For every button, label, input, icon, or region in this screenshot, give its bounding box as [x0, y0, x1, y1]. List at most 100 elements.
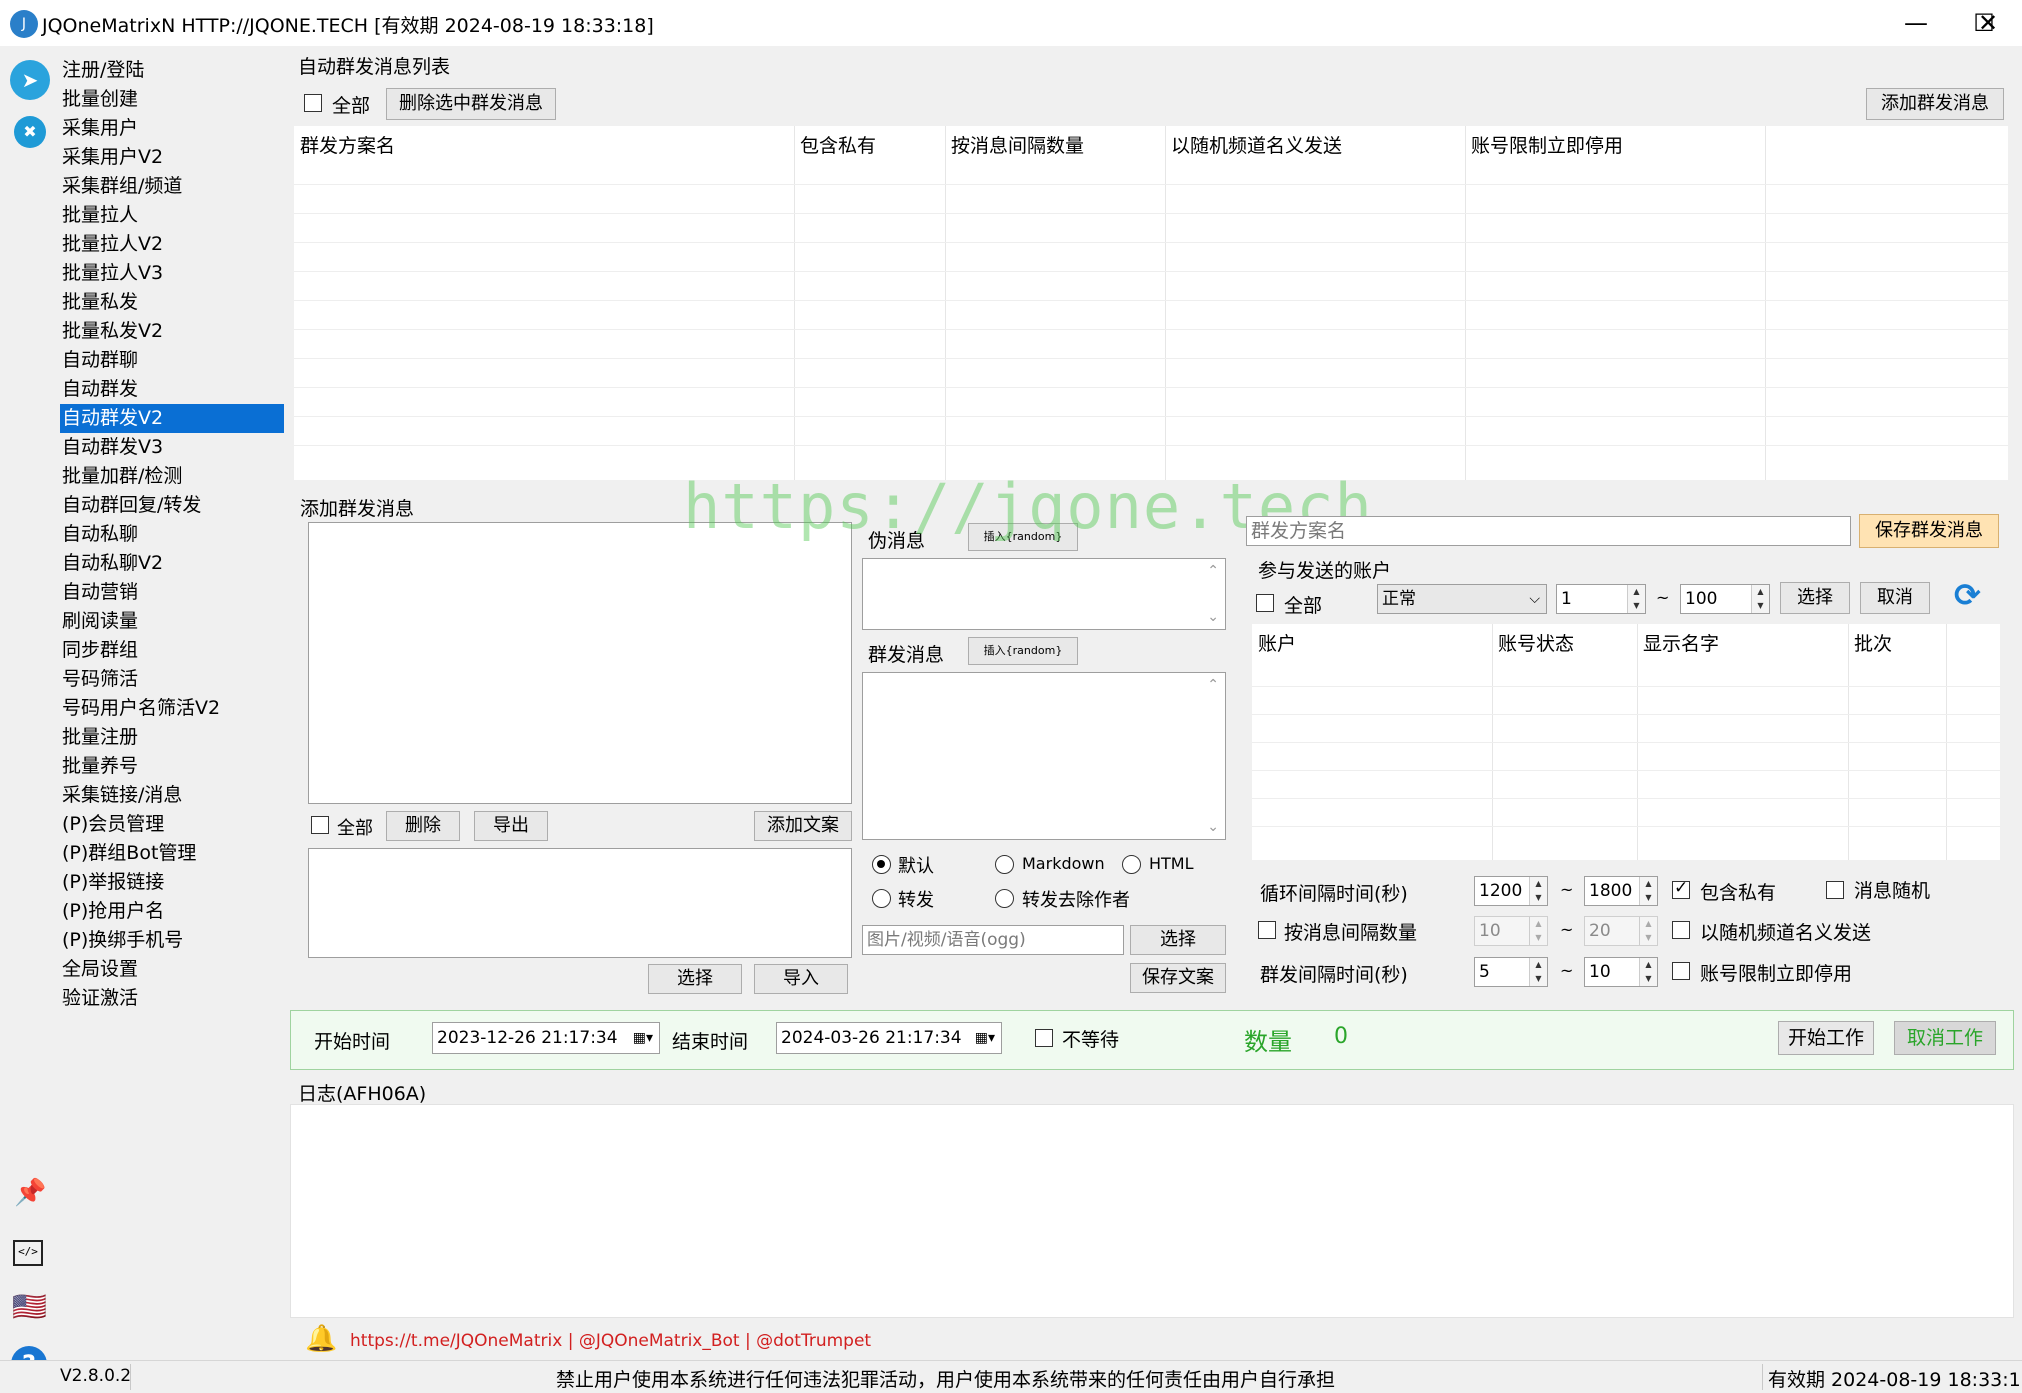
format-default-radio[interactable]: [872, 855, 891, 874]
insert-random-group-button[interactable]: 插入{random}: [968, 637, 1078, 665]
save-plan-button[interactable]: 保存群发消息: [1859, 514, 1999, 548]
pin-icon[interactable]: 📌: [14, 1178, 46, 1208]
include-private-checkbox[interactable]: [1672, 878, 1690, 899]
send-to-input[interactable]: 10 ▲ ▼: [1584, 957, 1658, 987]
sidebar-item[interactable]: 批量拉人V3: [60, 259, 284, 288]
column-header[interactable]: 批次: [1848, 624, 1892, 664]
sidebar-item[interactable]: 验证激活: [60, 984, 284, 1013]
sidebar-item[interactable]: (P)群组Bot管理: [60, 839, 284, 868]
sidebar-item[interactable]: 自动群回复/转发: [60, 491, 284, 520]
add-copy-button[interactable]: 添加文案: [754, 811, 852, 841]
sidebar-item[interactable]: (P)会员管理: [60, 810, 284, 839]
sidebar-item[interactable]: 自动私聊V2: [60, 549, 284, 578]
sidebar-item[interactable]: 自动群聊: [60, 346, 284, 375]
msg-from-input[interactable]: 10 ▲ ▼: [1474, 916, 1548, 946]
accounts-select-all-checkbox[interactable]: [1256, 594, 1274, 612]
choose-media-button[interactable]: 选择: [1130, 925, 1226, 955]
column-header[interactable]: 包含私有: [794, 126, 876, 166]
sidebar-item[interactable]: 刷阅读量: [60, 607, 284, 636]
delete-selected-button[interactable]: 删除选中群发消息: [386, 88, 556, 120]
msg-to-input[interactable]: 20 ▲ ▼: [1584, 916, 1658, 946]
cancel-accounts-button[interactable]: 取消: [1860, 582, 1930, 614]
scroll-down-icon[interactable]: ⌄: [1207, 819, 1219, 835]
import-button[interactable]: 导入: [754, 964, 848, 994]
sidebar-item[interactable]: 批量注册: [60, 723, 284, 752]
format-forward-radio[interactable]: [872, 889, 891, 908]
sidebar-item[interactable]: 批量私发: [60, 288, 284, 317]
copy-select-all-checkbox[interactable]: [311, 816, 329, 834]
send-from-input[interactable]: 5 ▲ ▼: [1474, 957, 1548, 987]
sidebar-item[interactable]: 批量拉人: [60, 201, 284, 230]
sidebar-item[interactable]: 采集用户V2: [60, 143, 284, 172]
range-from-input[interactable]: 1 ▲ ▼: [1556, 584, 1646, 614]
sidebar-item[interactable]: 全局设置: [60, 955, 284, 984]
fake-message-input[interactable]: ⌃ ⌄: [862, 558, 1226, 630]
calendar-icon[interactable]: ▦▾: [633, 1023, 653, 1053]
media-path-input[interactable]: 图片/视频/语音(ogg): [862, 925, 1124, 955]
refresh-icon[interactable]: ⟳: [1954, 576, 1981, 614]
start-work-button[interactable]: 开始工作: [1778, 1021, 1874, 1055]
add-broadcast-button[interactable]: 添加群发消息: [1866, 88, 2004, 120]
loop-from-input[interactable]: 1200 ▲ ▼: [1474, 876, 1548, 906]
sidebar-item[interactable]: 采集群组/频道: [60, 172, 284, 201]
save-copy-button[interactable]: 保存文案: [1130, 963, 1226, 993]
random-message-checkbox[interactable]: [1826, 881, 1844, 899]
sidebar-item[interactable]: (P)抢用户名: [60, 897, 284, 926]
sidebar-item[interactable]: 自动营销: [60, 578, 284, 607]
calendar-icon[interactable]: ▦▾: [975, 1023, 995, 1053]
column-header[interactable]: 以随机频道名义发送: [1165, 126, 1342, 166]
loop-to-input[interactable]: 1800 ▲ ▼: [1584, 876, 1658, 906]
scroll-up-icon[interactable]: ⌃: [1207, 563, 1219, 579]
export-copy-button[interactable]: 导出: [474, 811, 548, 841]
scroll-up-icon[interactable]: ⌃: [1207, 677, 1219, 693]
spinner-icon[interactable]: ▲ ▼: [1639, 917, 1657, 945]
plan-name-input[interactable]: 群发方案名: [1246, 516, 1851, 546]
column-header[interactable]: 显示名字: [1637, 624, 1719, 664]
sidebar-item[interactable]: 自动群发V2: [60, 404, 284, 433]
format-forward-no-author-radio[interactable]: [995, 889, 1014, 908]
by-msg-interval-checkbox[interactable]: [1258, 921, 1276, 939]
spinner-icon[interactable]: ▲ ▼: [1639, 877, 1657, 905]
contact-links[interactable]: https://t.me/JQOneMatrix | @JQOneMatrix_…: [350, 1331, 871, 1351]
sidebar-item[interactable]: 自动群发: [60, 375, 284, 404]
telegram-icon[interactable]: ➤: [10, 60, 50, 100]
sidebar-item[interactable]: 批量拉人V2: [60, 230, 284, 259]
spinner-icon[interactable]: ▲ ▼: [1639, 958, 1657, 986]
delete-copy-button[interactable]: 删除: [386, 811, 460, 841]
group-message-input[interactable]: ⌃ ⌄: [862, 672, 1226, 840]
sidebar-item[interactable]: (P)换绑手机号: [60, 926, 284, 955]
minimize-button[interactable]: —: [1882, 0, 1950, 46]
list-select-all-checkbox[interactable]: [304, 94, 322, 112]
choose-accounts-button[interactable]: 选择: [1780, 582, 1850, 614]
code-icon[interactable]: </>: [13, 1240, 43, 1266]
choose-file-button[interactable]: 选择: [648, 964, 742, 994]
limit-stop-checkbox[interactable]: [1672, 962, 1690, 980]
sidebar-item[interactable]: 采集用户: [60, 114, 284, 143]
column-header[interactable]: 按消息间隔数量: [945, 126, 1084, 166]
copy-list-box[interactable]: [308, 522, 852, 804]
scroll-down-icon[interactable]: ⌄: [1207, 609, 1219, 625]
sidebar-item[interactable]: 自动群发V3: [60, 433, 284, 462]
sidebar-item[interactable]: 采集链接/消息: [60, 781, 284, 810]
status-select[interactable]: 正常 ⌵: [1377, 584, 1547, 614]
column-header[interactable]: 账户: [1252, 624, 1296, 664]
sidebar-item[interactable]: 号码筛活: [60, 665, 284, 694]
spinner-icon[interactable]: ▲ ▼: [1529, 917, 1547, 945]
sidebar-item[interactable]: 号码用户名筛活V2: [60, 694, 284, 723]
end-time-picker[interactable]: 2024-03-26 21:17:34 ▦▾: [776, 1022, 1002, 1054]
sidebar-item[interactable]: 批量创建: [60, 85, 284, 114]
column-header[interactable]: 群发方案名: [294, 126, 395, 166]
column-header[interactable]: 账号状态: [1492, 624, 1574, 664]
close-button[interactable]: ✕: [1954, 0, 2022, 46]
accounts-table[interactable]: 账户 账号状态 显示名字 批次: [1252, 624, 2000, 860]
sidebar-item[interactable]: 批量私发V2: [60, 317, 284, 346]
spinner-icon[interactable]: ▲ ▼: [1627, 585, 1645, 613]
random-channel-checkbox[interactable]: [1672, 921, 1690, 939]
sidebar-item[interactable]: 注册/登陆: [60, 56, 284, 85]
format-html-radio[interactable]: [1122, 855, 1141, 874]
sidebar-item[interactable]: 批量加群/检测: [60, 462, 284, 491]
no-wait-checkbox[interactable]: [1035, 1029, 1053, 1047]
copy-editor-box[interactable]: [308, 848, 852, 958]
cancel-work-button[interactable]: 取消工作: [1894, 1021, 1996, 1055]
spinner-icon[interactable]: ▲ ▼: [1529, 877, 1547, 905]
